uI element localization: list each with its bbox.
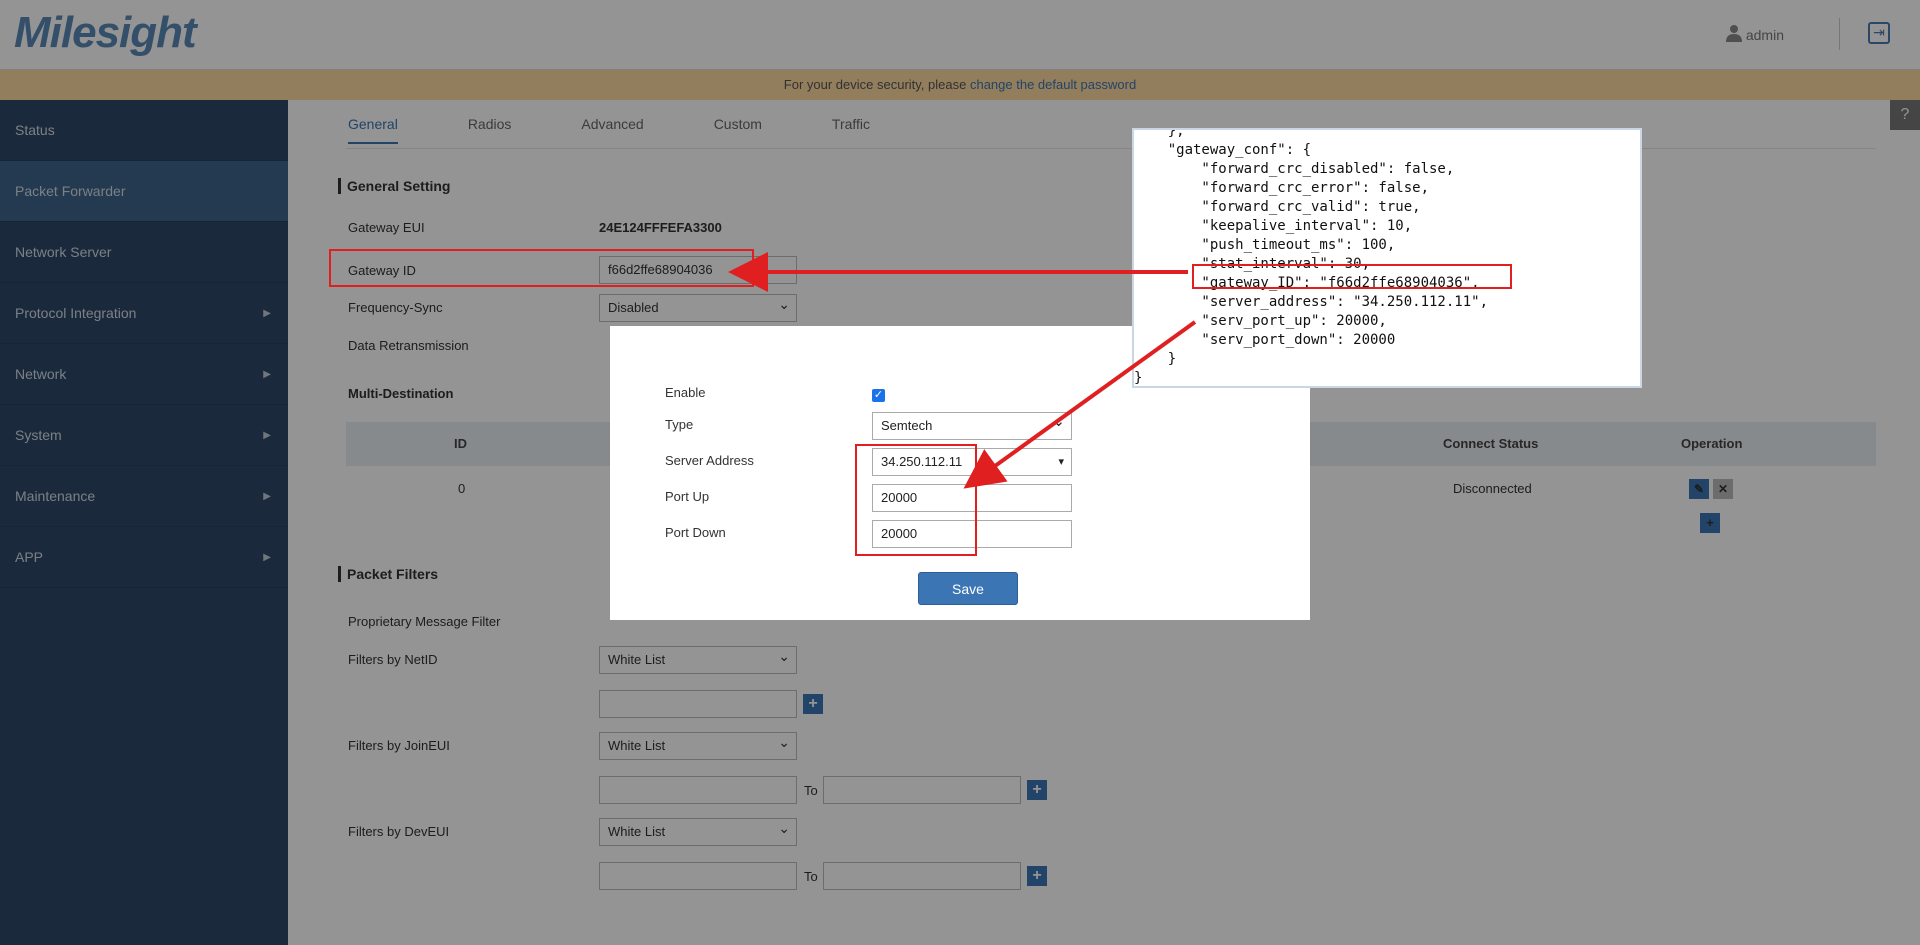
save-button[interactable]: Save: [918, 572, 1018, 605]
enable-checkbox[interactable]: ✓: [872, 389, 885, 402]
gateway-id-json-highlight: [1192, 264, 1512, 289]
server-ports-highlight: [855, 444, 977, 556]
type-select[interactable]: Semtech: [872, 409, 1072, 440]
port-up-label: Port Up: [665, 489, 710, 504]
port-down-label: Port Down: [665, 525, 726, 540]
gateway-id-highlight: [329, 249, 754, 287]
server-address-label: Server Address: [665, 453, 754, 468]
config-json-snippet: }, "gateway_conf": { "forward_crc_disabl…: [1132, 128, 1642, 388]
type-label: Type: [665, 417, 694, 432]
config-json-text: }, "gateway_conf": { "forward_crc_disabl…: [1134, 128, 1489, 386]
enable-label: Enable: [665, 385, 706, 400]
